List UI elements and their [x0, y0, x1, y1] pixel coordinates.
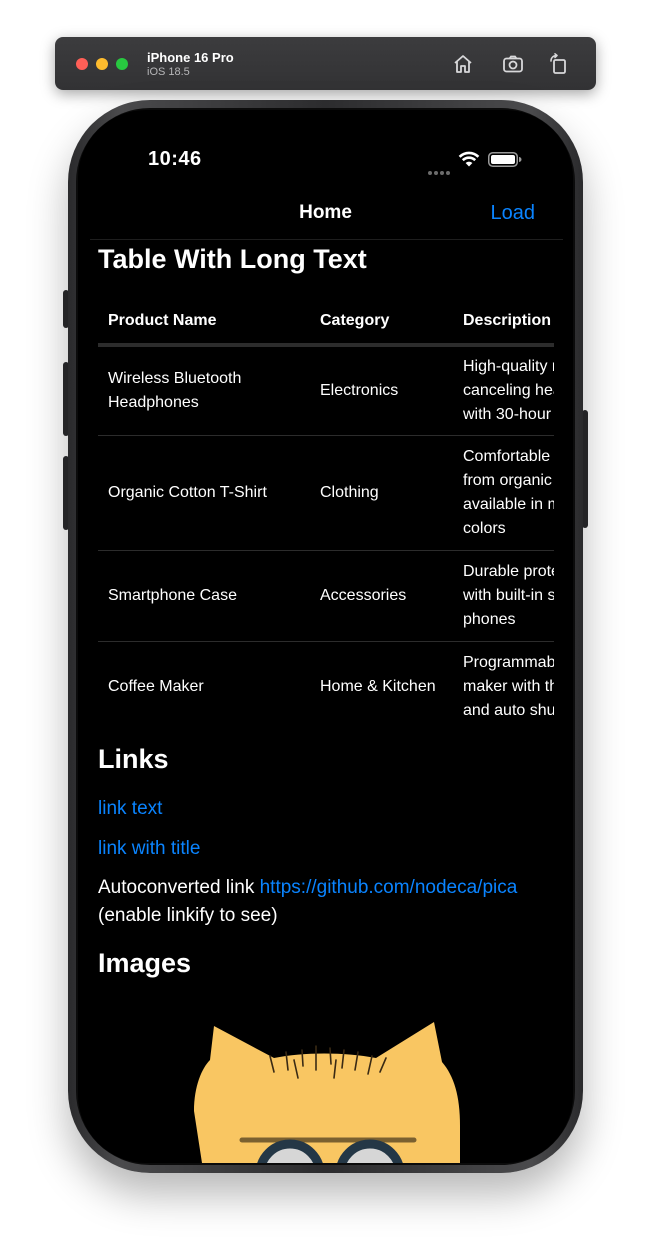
table-row: Wireless Bluetooth Headphones Electronic…	[98, 345, 554, 436]
autoconverted-link[interactable]: https://github.com/nodeca/pica	[260, 877, 518, 898]
product-table-scroll[interactable]: Product Name Category Description Wirele…	[98, 298, 554, 730]
wifi-icon	[458, 151, 480, 167]
home-icon[interactable]	[451, 52, 475, 76]
os-version: iOS 18.5	[147, 66, 190, 78]
table-row: Coffee Maker Home & Kitchen Programmable…	[98, 641, 554, 730]
table-row: Smartphone Case Accessories Durable prot…	[98, 550, 554, 642]
table-header-row: Product Name Category Description	[98, 298, 554, 347]
minimize-window-button[interactable]	[96, 58, 108, 70]
cell-product: Organic Cotton T-Shirt	[98, 435, 310, 551]
table-row: Organic Cotton T-Shirt Clothing Comforta…	[98, 435, 554, 551]
product-table: Product Name Category Description Wirele…	[98, 298, 554, 730]
octocat-image	[194, 1022, 460, 1163]
cell-category: Clothing	[310, 435, 453, 551]
simulator-title-bar: iPhone 16 Pro iOS 18.5	[55, 37, 596, 90]
cell-description: High-quality noise canceling headphones …	[453, 345, 554, 436]
nav-divider	[90, 239, 563, 240]
cell-description: Durable protective case with built-in st…	[453, 550, 554, 642]
status-time: 10:46	[148, 148, 202, 170]
cell-description: Comfortable shirt made from organic cott…	[453, 435, 554, 551]
cell-category: Electronics	[310, 345, 453, 436]
table-section-title: Table With Long Text	[98, 244, 367, 274]
header-description: Description	[453, 298, 554, 347]
header-category: Category	[310, 298, 453, 347]
cell-description: Programmable coffee maker with thermal c…	[453, 641, 554, 730]
link-text[interactable]: link text	[98, 798, 162, 820]
battery-icon	[488, 152, 522, 167]
autoconverted-paragraph: Autoconverted link https://github.com/no…	[98, 874, 554, 930]
phone-screen: 10:46 Home Load Table With Long Text Pro…	[78, 110, 573, 1163]
rotate-icon[interactable]	[547, 52, 571, 76]
cell-category: Accessories	[310, 550, 453, 642]
images-section-title: Images	[98, 948, 192, 978]
cellular-dots-icon	[428, 162, 452, 175]
cell-product: Coffee Maker	[98, 641, 310, 730]
zoom-window-button[interactable]	[116, 58, 128, 70]
links-section-title: Links	[98, 744, 169, 774]
link-with-title[interactable]: link with title	[98, 838, 200, 860]
autoconverted-prefix: Autoconverted link	[98, 877, 260, 898]
header-product-name: Product Name	[98, 298, 310, 347]
close-window-button[interactable]	[76, 58, 88, 70]
autoconverted-suffix: (enable linkify to see)	[98, 905, 278, 926]
cell-product: Wireless Bluetooth Headphones	[98, 345, 310, 436]
screenshot-icon[interactable]	[501, 52, 525, 76]
device-name: iPhone 16 Pro	[147, 50, 234, 65]
load-button[interactable]: Load	[491, 202, 536, 225]
cell-product: Smartphone Case	[98, 550, 310, 642]
cell-category: Home & Kitchen	[310, 641, 453, 730]
